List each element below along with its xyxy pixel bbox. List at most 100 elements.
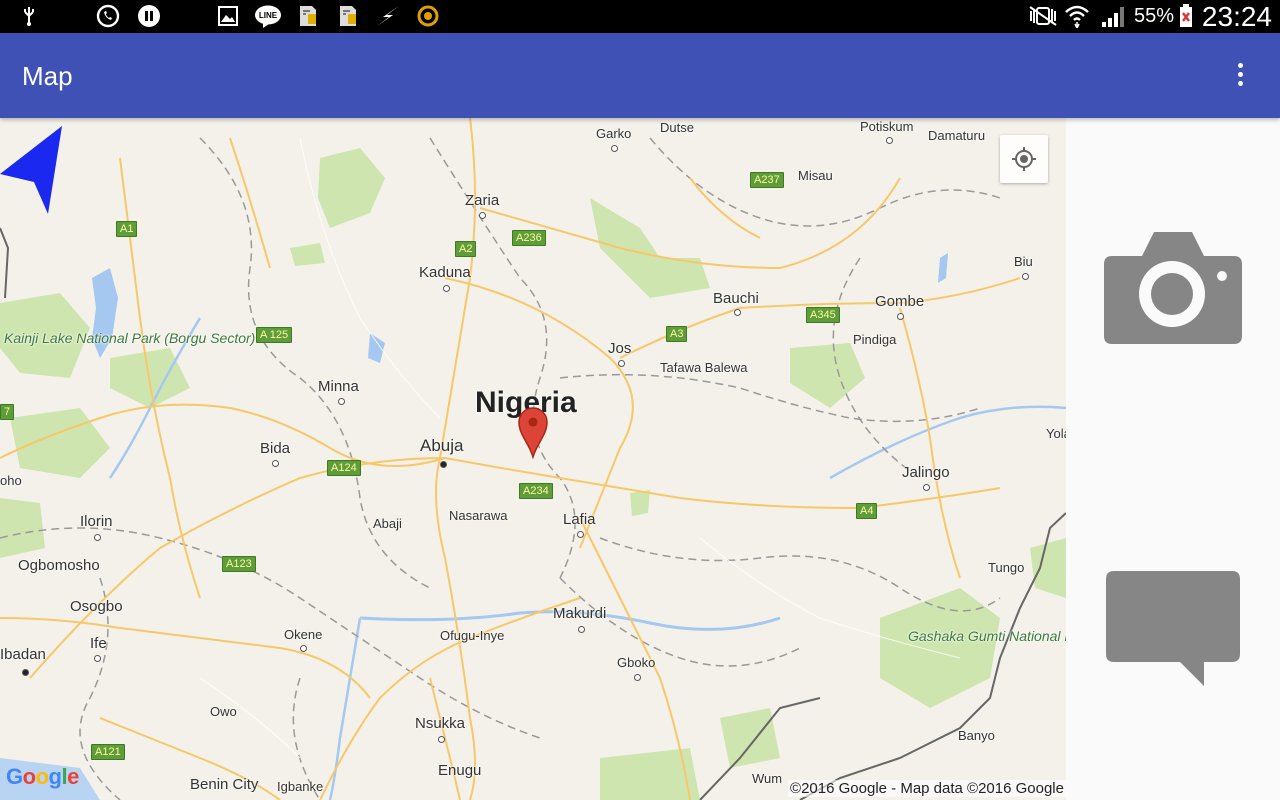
notes-icon — [296, 4, 320, 28]
city-dot — [1022, 273, 1029, 280]
app-bar: Map — [0, 33, 1280, 118]
map-view[interactable]: Garko Dutse Potiskum Damaturu Misau Zari… — [0, 118, 1066, 800]
bolt-icon — [375, 4, 401, 28]
city-dot — [438, 736, 445, 743]
road-shield: A237 — [750, 172, 784, 188]
city-label: Damaturu — [928, 128, 986, 143]
city-dot — [734, 309, 741, 316]
overflow-menu-icon[interactable] — [1230, 63, 1250, 91]
city-label: Potiskum — [860, 119, 914, 134]
park-label: Kainji Lake National Park (Borgu Sector) — [4, 330, 256, 346]
notes-icon — [336, 4, 360, 28]
city-label: Ogbomosho — [18, 557, 100, 574]
battery-icon — [1178, 4, 1194, 28]
google-logo: Google — [6, 764, 79, 789]
city-label: Enugu — [438, 762, 482, 779]
city-label: Pindiga — [853, 332, 897, 347]
map-base-layer — [0, 118, 1066, 800]
city-label: Biu — [1014, 254, 1033, 269]
sync-icon — [416, 4, 440, 28]
city-label: Osogbo — [70, 598, 123, 615]
wifi-icon — [1064, 4, 1090, 28]
city-dot — [897, 313, 904, 320]
city-label: Misau — [798, 168, 833, 183]
usb-icon — [18, 4, 40, 28]
road-shield: A234 — [519, 483, 553, 499]
camera-button[interactable] — [1104, 232, 1242, 344]
road-shield: A345 — [806, 307, 840, 323]
road-shield: A121 — [91, 744, 125, 760]
city-dot — [577, 531, 584, 538]
park-label: Gashaka Gumti National Park — [908, 628, 1066, 644]
road-shield: A4 — [856, 503, 878, 519]
city-label: Ibadan — [0, 646, 46, 663]
svg-text:LINE: LINE — [259, 11, 278, 20]
city-dot — [923, 484, 930, 491]
city-label: Yola — [1046, 426, 1066, 441]
city-dot — [272, 460, 279, 467]
city-label: Okene — [284, 627, 323, 642]
road-shield: A2 — [455, 241, 477, 257]
city-label: Tungo — [988, 560, 1025, 575]
city-label: Ife — [90, 635, 107, 652]
location-marker-icon[interactable] — [517, 405, 549, 459]
city-label: Nsukka — [415, 715, 466, 732]
status-clock: 23:24 — [1201, 1, 1272, 32]
city-dot — [338, 398, 345, 405]
city-label: Tafawa Balewa — [660, 360, 748, 375]
road-shield: A3 — [666, 326, 688, 342]
chat-button[interactable] — [1104, 568, 1242, 692]
city-dot — [634, 674, 641, 681]
side-panel — [1066, 118, 1280, 800]
city-label: Abaji — [373, 516, 402, 531]
my-location-button[interactable] — [1000, 135, 1048, 183]
city-dot — [94, 655, 101, 662]
capital-dot — [440, 461, 447, 468]
city-label: Jalingo — [902, 464, 950, 481]
city-label: Gboko — [617, 655, 656, 670]
road-shield: A123 — [222, 556, 256, 572]
road-shield: A236 — [512, 230, 546, 246]
road-shield: A 125 — [256, 327, 293, 343]
whatsapp-icon — [95, 4, 121, 28]
vibrate-mute-icon — [1028, 4, 1058, 28]
city-label: Garko — [596, 126, 632, 141]
city-label: Nasarawa — [449, 508, 508, 523]
city-label: Ilorin — [80, 513, 113, 530]
road-shield: A124 — [327, 460, 361, 476]
city-label: Benin City — [190, 776, 259, 793]
city-label: Dutse — [660, 120, 694, 135]
city-label: Banyo — [958, 728, 995, 743]
my-location-icon — [1012, 147, 1036, 171]
city-label: Wum — [752, 771, 783, 786]
city-dot — [443, 285, 450, 292]
status-bar: LINE 55% 23:24 — [0, 0, 1280, 33]
city-dot — [479, 212, 486, 219]
city-dot — [886, 137, 893, 144]
city-dot — [611, 145, 618, 152]
map-copyright[interactable]: ©2016 Google - Map data ©2016 Google — [788, 780, 1066, 797]
city-label: Lafia — [563, 511, 596, 528]
city-dot — [578, 626, 585, 633]
city-label: Zaria — [465, 192, 500, 209]
signal-icon — [1100, 4, 1128, 28]
camera-icon — [1104, 232, 1242, 344]
city-dot — [94, 534, 101, 541]
city-label: Ofugu-Inye — [440, 628, 505, 643]
gallery-icon — [215, 4, 241, 28]
city-label: Abuja — [420, 436, 464, 455]
chat-icon — [1106, 571, 1240, 686]
app-title: Map — [22, 61, 73, 91]
city-dot — [22, 669, 29, 676]
city-label: Makurdi — [553, 605, 607, 622]
city-label: Owo — [210, 704, 237, 719]
city-label: Kaduna — [419, 264, 471, 281]
road-shield: 7 — [0, 404, 15, 420]
city-dot — [300, 645, 307, 652]
city-dot — [618, 360, 625, 367]
pause-icon — [136, 4, 162, 28]
city-label: Igbanke — [277, 779, 324, 794]
line-icon: LINE — [254, 4, 282, 28]
city-label: oho — [0, 473, 22, 488]
navigation-arrow-icon — [0, 126, 62, 214]
